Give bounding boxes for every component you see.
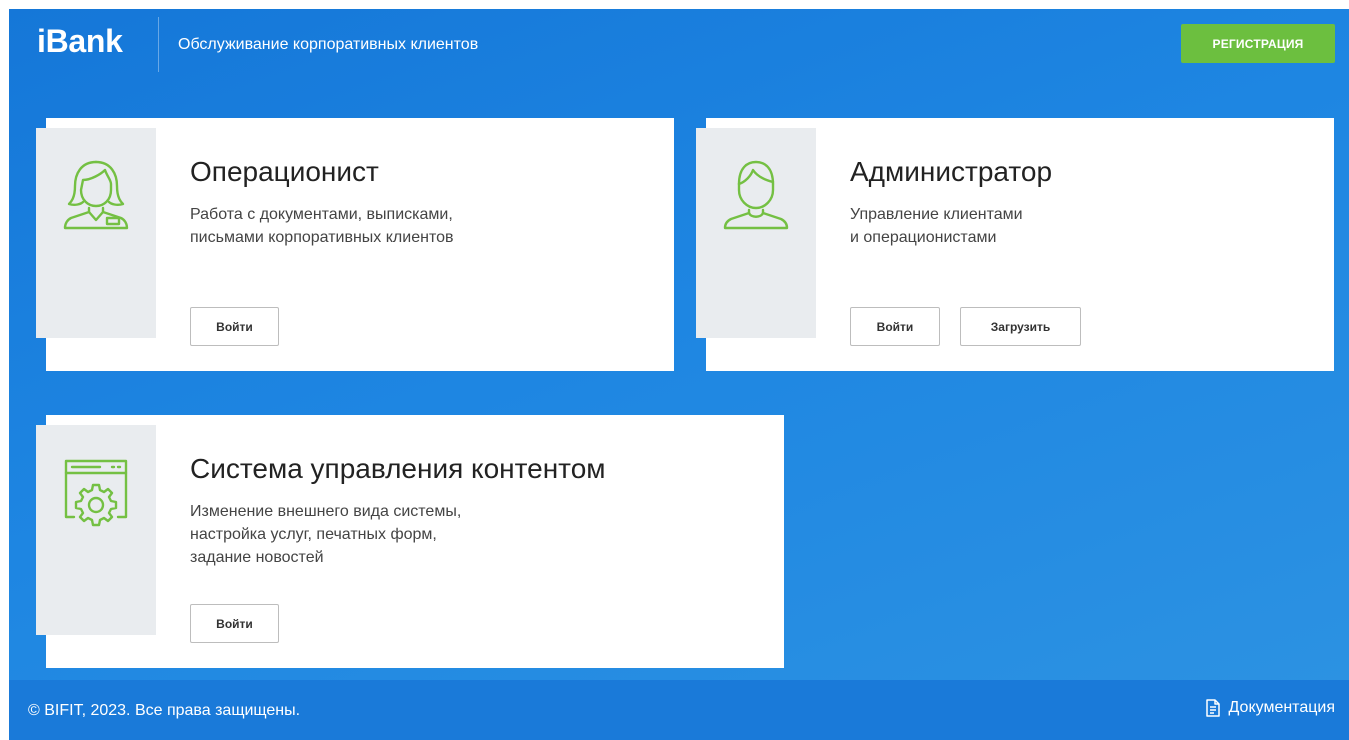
tagline: Обслуживание корпоративных клиентов <box>178 36 479 53</box>
logo[interactable]: iBank <box>37 23 123 60</box>
card-title: Система управления контентом <box>190 453 606 484</box>
register-button[interactable]: РЕГИСТРАЦИЯ <box>1181 24 1335 63</box>
app-frame: iBank Обслуживание корпоративных клиенто… <box>9 9 1349 740</box>
upload-button[interactable]: Загрузить <box>960 307 1081 346</box>
desc-line: Управление клиентами <box>850 206 1023 223</box>
desc-line: и операционистами <box>850 229 997 246</box>
admin-user-icon <box>721 158 791 338</box>
card-title: Операционист <box>190 156 379 187</box>
desc-line: письмами корпоративных клиентов <box>190 229 454 246</box>
card-description: Изменение внешнего вида системы, настрой… <box>190 500 461 569</box>
icon-box <box>36 128 156 338</box>
login-button[interactable]: Войти <box>850 307 940 346</box>
desc-line: Изменение внешнего вида системы, <box>190 503 462 520</box>
operator-icon <box>61 158 131 338</box>
card-administrator: Администратор Управление клиентами и опе… <box>696 118 1334 371</box>
login-button[interactable]: Войти <box>190 604 279 643</box>
icon-box <box>696 128 816 338</box>
document-icon <box>1205 699 1221 717</box>
desc-line: Работа с документами, выписками, <box>190 206 453 223</box>
card-title: Администратор <box>850 156 1053 187</box>
footer: © BIFIT, 2023. Все права защищены. Докум… <box>9 680 1349 740</box>
card-description: Работа с документами, выписками, письмам… <box>190 203 453 249</box>
login-button[interactable]: Войти <box>190 307 279 346</box>
icon-box <box>36 425 156 635</box>
documentation-link[interactable]: Документация <box>1205 699 1335 717</box>
documentation-label[interactable]: Документация <box>1229 699 1335 717</box>
card-description: Управление клиентами и операционистами <box>850 203 1023 249</box>
cms-settings-icon <box>60 455 132 635</box>
desc-line: задание новостей <box>190 549 324 566</box>
header: iBank Обслуживание корпоративных клиенто… <box>9 9 1349 75</box>
logo-divider <box>158 17 159 72</box>
copyright: © BIFIT, 2023. Все права защищены. <box>28 702 301 719</box>
card-cms: Система управления контентом Изменение в… <box>36 415 784 668</box>
card-operator: Операционист Работа с документами, выпис… <box>36 118 674 371</box>
desc-line: настройка услуг, печатных форм, <box>190 526 437 543</box>
